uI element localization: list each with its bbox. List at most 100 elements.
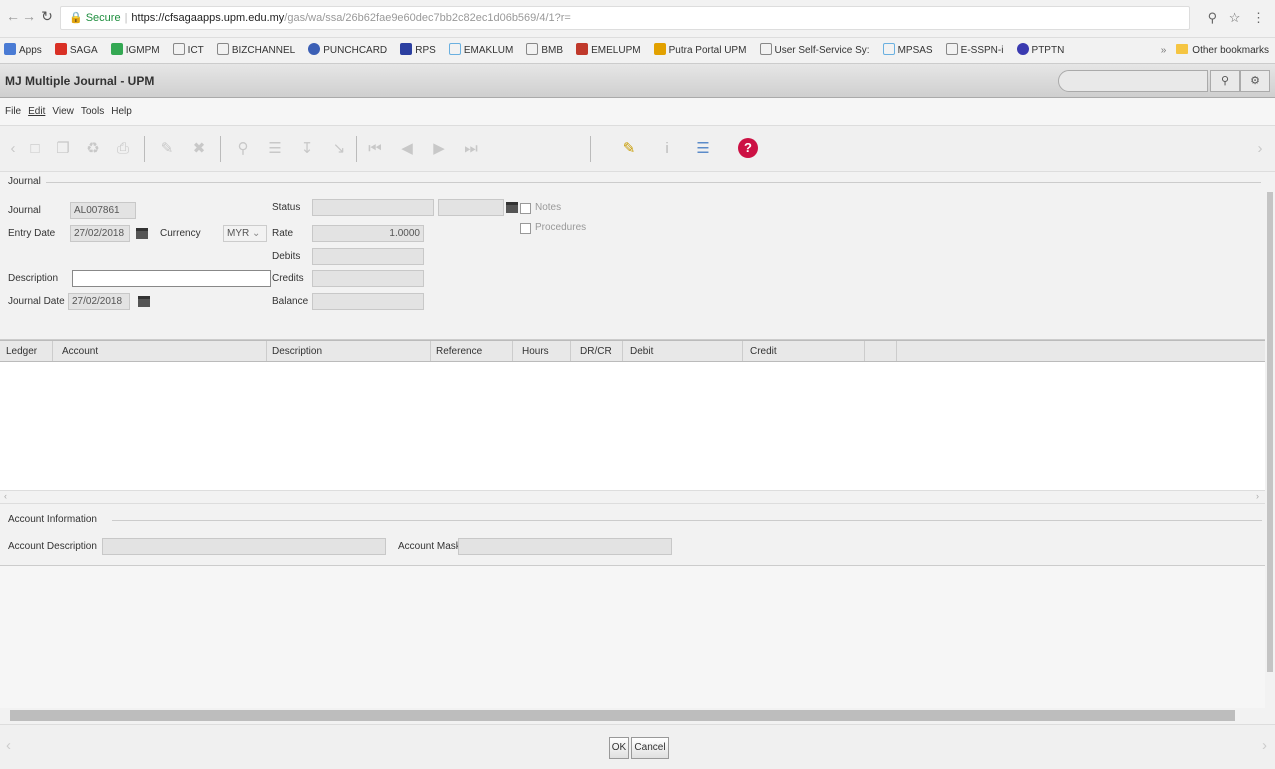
menu-bar: File Edit View Tools Help: [0, 98, 1275, 126]
notes-checkbox[interactable]: [520, 203, 531, 214]
bookmark-emelupm[interactable]: EMELUPM: [572, 38, 646, 63]
edit-icon[interactable]: ✎: [156, 138, 178, 160]
star-icon[interactable]: ☆: [1229, 10, 1241, 25]
copy-icon[interactable]: ❐: [52, 138, 74, 160]
url-path: /gas/wa/ssa/26b62fae9e60dec7bb2c82ec1d06…: [284, 12, 571, 24]
journal-date-field[interactable]: 27/02/2018: [68, 293, 130, 310]
chevron-right-icon[interactable]: ›: [1249, 138, 1271, 160]
vertical-scrollbar[interactable]: [1265, 172, 1275, 708]
calendar-icon[interactable]: [136, 228, 148, 239]
arrow-down-icon[interactable]: ↘: [328, 138, 350, 160]
bookmark-apps[interactable]: Apps: [0, 38, 48, 63]
scroll-right-icon[interactable]: ›: [1256, 491, 1259, 501]
search-icon[interactable]: ⚲: [1210, 70, 1240, 92]
cancel-button[interactable]: Cancel: [631, 737, 669, 759]
download-icon[interactable]: ↧: [296, 138, 318, 160]
currency-value: MYR: [227, 228, 250, 239]
bookmark-mpsas[interactable]: MPSAS: [879, 38, 939, 63]
page-icon: [172, 43, 185, 55]
entry-date-field[interactable]: 27/02/2018: [70, 225, 130, 242]
currency-select[interactable]: MYR ⌄: [223, 225, 267, 242]
credits-label: Credits: [272, 273, 304, 284]
column-reference[interactable]: Reference: [436, 346, 482, 357]
scroll-left-icon[interactable]: ‹: [4, 491, 7, 501]
debits-field: [312, 248, 424, 265]
zoom-icon[interactable]: ⚲: [1208, 10, 1218, 25]
entry-date-label: Entry Date: [8, 228, 56, 239]
column-ledger[interactable]: Ledger: [6, 346, 37, 357]
page-icon: [526, 43, 539, 55]
balance-field: [312, 293, 424, 310]
menu-edit[interactable]: Edit: [23, 98, 47, 126]
forward-icon[interactable]: →: [20, 7, 38, 25]
reload-icon[interactable]: ↻: [38, 7, 56, 25]
menu-tools[interactable]: Tools: [76, 98, 106, 126]
menu-view[interactable]: View: [47, 98, 76, 126]
balance-label: Balance: [272, 296, 309, 307]
rate-field[interactable]: 1.0000: [312, 225, 424, 242]
chevron-left-icon[interactable]: ‹: [2, 138, 24, 160]
menu-help[interactable]: Help: [106, 98, 134, 126]
chevron-left-icon[interactable]: ‹: [6, 737, 11, 754]
column-debit[interactable]: Debit: [630, 346, 653, 357]
column-credit[interactable]: Credit: [750, 346, 777, 357]
next-record-icon[interactable]: ▶: [428, 138, 450, 160]
delete-icon[interactable]: ✖: [188, 138, 210, 160]
settings-icon[interactable]: ⚙: [1240, 70, 1270, 92]
help-icon[interactable]: ?: [738, 138, 758, 158]
url-host: https://cfsagaapps.upm.edu.my: [131, 12, 285, 24]
calendar-icon[interactable]: [138, 296, 150, 307]
search-records-icon[interactable]: ⚲: [232, 138, 254, 160]
app-search-input[interactable]: [1058, 70, 1208, 92]
description-input[interactable]: [72, 270, 271, 287]
find-icon[interactable]: ♻: [82, 138, 104, 160]
bookmark-ptptn[interactable]: PTPTN: [1013, 38, 1071, 63]
previous-record-icon[interactable]: ◀: [396, 138, 418, 160]
new-icon[interactable]: □: [24, 138, 46, 160]
bookmark-emaklum[interactable]: EMAKLUM: [445, 38, 519, 63]
journal-label: Journal: [8, 205, 41, 216]
bookmark-e-sspn[interactable]: E-SSPN-i: [942, 38, 1010, 63]
last-record-icon[interactable]: ⏭: [460, 138, 482, 160]
bookmark-putra-portal[interactable]: Putra Portal UPM: [650, 38, 753, 63]
journal-field[interactable]: AL007861: [70, 202, 136, 219]
list-icon[interactable]: ☰: [264, 138, 286, 160]
menu-dots-icon[interactable]: ⋮: [1252, 10, 1265, 25]
document-icon[interactable]: ☰: [692, 138, 714, 160]
vertical-scroll-thumb[interactable]: [1267, 192, 1273, 672]
bookmark-igmpm[interactable]: IGMPM: [107, 38, 166, 63]
column-hours[interactable]: Hours: [522, 346, 549, 357]
notes-label: Notes: [535, 202, 562, 213]
ok-button[interactable]: OK: [609, 737, 629, 759]
attachment-icon[interactable]: ✎: [618, 138, 640, 160]
bookmark-rps[interactable]: RPS: [396, 38, 442, 63]
journal-date-label: Journal Date: [8, 296, 65, 307]
procedures-checkbox[interactable]: [520, 223, 531, 234]
bookmark-ict[interactable]: ICT: [169, 38, 210, 63]
account-information-label: Account Information: [8, 514, 97, 525]
print-icon[interactable]: ⎙: [112, 138, 134, 160]
account-information-panel: Account Information Account Description …: [0, 504, 1265, 566]
bookmark-punchcard[interactable]: PUNCHCARD: [304, 38, 393, 63]
bookmark-other[interactable]: » Other bookmarks: [1161, 38, 1269, 63]
first-record-icon[interactable]: ⏮: [364, 138, 386, 160]
bookmark-user-self-service[interactable]: User Self-Service Sy:: [756, 38, 876, 63]
info-icon[interactable]: i: [656, 138, 678, 160]
journal-lines-header: Ledger Account Description Reference Hou…: [0, 340, 1265, 362]
bookmark-bizchannel[interactable]: BIZCHANNEL: [213, 38, 301, 63]
app-title: MJ Multiple Journal - UPM: [5, 74, 155, 88]
grid-horizontal-scrollbar[interactable]: ‹ ›: [0, 490, 1265, 504]
bookmark-bmb[interactable]: BMB: [522, 38, 569, 63]
horizontal-scroll-thumb[interactable]: [10, 710, 1235, 721]
chevron-right-icon[interactable]: ›: [1262, 737, 1267, 754]
menu-file[interactable]: File: [0, 98, 23, 126]
url-input[interactable]: 🔒 Secure | https://cfsagaapps.upm.edu.my/ga…: [60, 6, 1190, 30]
horizontal-scrollbar[interactable]: [0, 708, 1275, 724]
calendar-icon[interactable]: [506, 202, 518, 213]
journal-lines-grid[interactable]: [0, 362, 1265, 490]
column-description[interactable]: Description: [272, 346, 322, 357]
column-account[interactable]: Account: [62, 346, 98, 357]
empty-area: [0, 566, 1265, 708]
bookmark-saga[interactable]: SAGA: [51, 38, 104, 63]
column-drcr[interactable]: DR/CR: [580, 346, 612, 357]
